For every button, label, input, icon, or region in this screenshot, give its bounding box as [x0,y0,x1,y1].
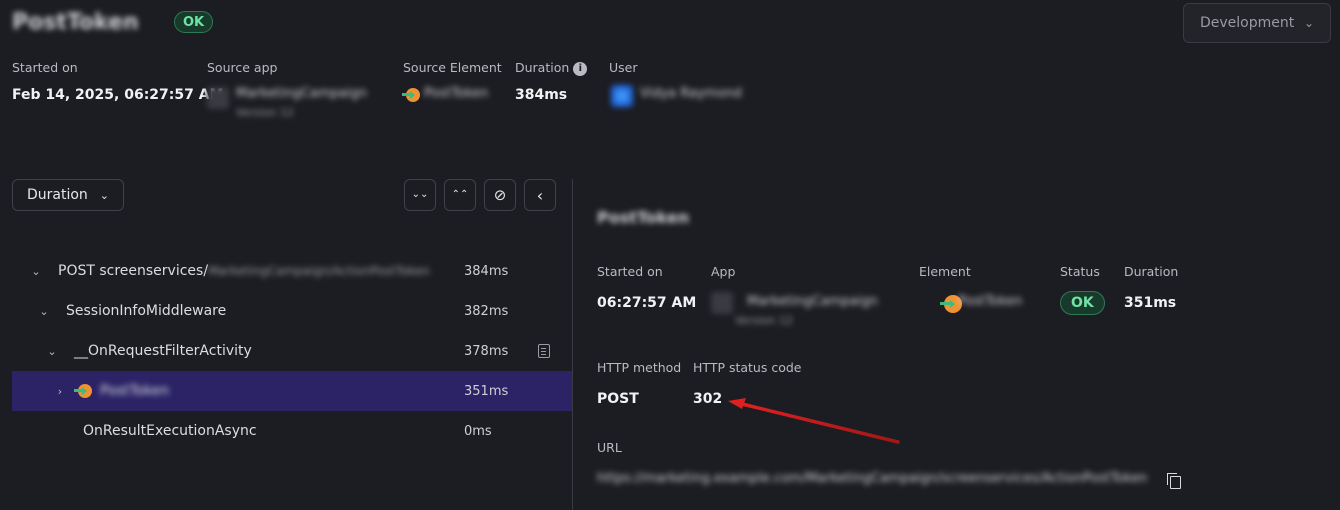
detail-app-label: App [711,264,736,279]
detail-started-on-label: Started on [597,264,663,279]
tree-row-duration: 378ms [464,343,509,359]
user-label: User [609,60,638,75]
started-on-value: Feb 14, 2025, 06:27:57 AM [12,87,224,103]
copy-icon[interactable] [1167,473,1181,489]
source-element-value[interactable]: PostToken [424,86,488,101]
source-app-version: Version 12 [236,106,294,119]
user-name[interactable]: Vidya Raymond [640,86,742,101]
avatar [611,85,633,107]
detail-element-label: Element [919,264,971,279]
chevron-down-icon[interactable]: ⌄ [36,305,52,318]
info-icon[interactable]: i [573,61,588,76]
status-badge: OK [174,11,214,33]
tree-row[interactable]: ⌄ POST screenservices/MarketingCampaign/… [12,251,572,291]
tree-row[interactable]: ⌄ SessionInfoMiddleware 382ms [12,291,572,331]
duration-label: Duration [515,60,570,75]
tree-row-label: SessionInfoMiddleware [66,303,227,319]
page-title: PostToken [12,10,139,35]
duration-value: 384ms [515,87,568,103]
environment-label: Development [1200,15,1295,31]
sort-dropdown[interactable]: Duration ⌄ [12,179,124,211]
chevron-right-icon[interactable]: › [52,385,68,398]
pane-divider[interactable] [572,179,573,510]
detail-title: PostToken [597,208,690,227]
http-status-value: 302 [693,391,723,407]
detail-started-on-value: 06:27:57 AM [597,295,697,311]
http-status-label: HTTP status code [693,360,802,375]
detail-status-badge: OK [1060,291,1105,315]
chevron-left-icon: ‹ [536,185,544,205]
tree-row-label: OnResultExecutionAsync [83,423,257,439]
source-app-label: Source app [207,60,278,75]
tree-row-label: POST screenservices/ [58,263,209,279]
collapse-all-button[interactable]: ⌃⌃ [444,179,476,211]
tree-row-label: PostToken [100,383,170,399]
chevron-down-icon[interactable]: ⌄ [28,265,44,278]
app-icon [711,292,733,314]
detail-element-value[interactable]: PostToken [958,294,1022,309]
app-icon [207,87,229,109]
source-app-name[interactable]: MarketingCampaign [236,86,367,101]
tree-row-duration: 382ms [464,303,509,319]
document-icon[interactable] [538,344,550,358]
tree-row-label-hidden: MarketingCampaign/ActionPostToken [208,264,430,278]
detail-duration-label: Duration [1124,264,1179,279]
detail-duration-value: 351ms [1124,295,1177,311]
expand-all-button[interactable]: ⌄⌄ [404,179,436,211]
detail-status-label: Status [1060,264,1100,279]
element-icon [402,87,420,102]
double-chevron-up-icon: ⌃⌃ [451,189,469,200]
element-icon [74,384,92,398]
tree-row-duration: 0ms [464,423,492,439]
chevron-down-icon[interactable]: ⌄ [44,345,60,358]
duration-label-wrap: Duration i [515,60,588,76]
url-value: https://marketing.example.com/MarketingC… [597,471,1148,486]
tree-row-selected[interactable]: › PostToken 351ms [12,371,572,411]
double-chevron-down-icon: ⌄⌄ [411,189,429,200]
source-element-label: Source Element [403,60,502,75]
tree-row-duration: 351ms [464,383,509,399]
collapse-panel-button[interactable]: ‹ [524,179,556,211]
chevron-down-icon: ⌄ [1303,16,1314,30]
environment-select[interactable]: Development ⌄ [1183,3,1331,43]
chevron-down-icon: ⌄ [99,188,109,202]
tree-row-label: __OnRequestFilterActivity [74,343,252,359]
sort-dropdown-label: Duration [27,187,88,203]
detail-app-name[interactable]: MarketingCampaign [747,294,878,309]
hide-button[interactable]: ⊘ [484,179,516,211]
eye-off-icon: ⊘ [493,186,507,204]
tree-row[interactable]: OnResultExecutionAsync 0ms [12,411,572,451]
detail-app-version: Version 12 [735,314,793,327]
started-on-label: Started on [12,60,78,75]
tree-row[interactable]: ⌄ __OnRequestFilterActivity 378ms [12,331,572,371]
tree-row-duration: 384ms [464,263,509,279]
http-method-value: POST [597,391,639,407]
annotation-arrow [728,398,900,444]
http-method-label: HTTP method [597,360,682,375]
url-label: URL [597,440,622,455]
